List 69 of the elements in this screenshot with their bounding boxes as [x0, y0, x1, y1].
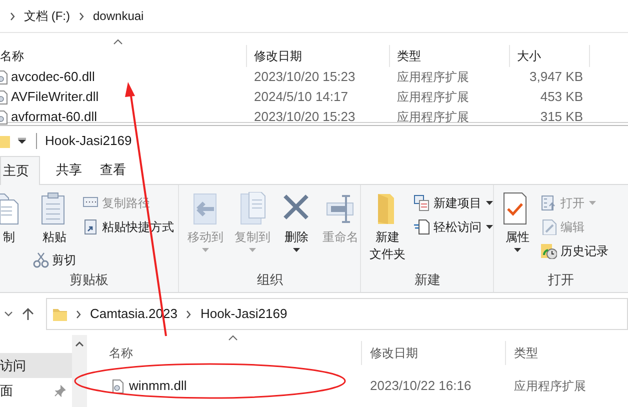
dropdown-caret-icon — [589, 200, 596, 204]
column-header[interactable]: 名称 — [109, 344, 133, 362]
file-name[interactable]: avcodec-60.dll — [11, 67, 95, 87]
file-type: 应用程序扩展 — [397, 110, 469, 124]
file-size: 453 KB — [540, 88, 583, 106]
ribbon-tab[interactable]: 主页 — [0, 156, 40, 185]
column-header[interactable]: 名称 — [0, 47, 24, 65]
ribbon-button[interactable]: 制 — [0, 192, 26, 246]
ribbon-button[interactable]: 剪切 — [33, 249, 76, 270]
nav-label: 访问 — [0, 356, 26, 375]
recent-locations-icon — [4, 311, 13, 317]
breadcrumb-item[interactable]: 文档 (F:) — [22, 7, 72, 25]
sort-caret-icon — [113, 39, 123, 45]
column-header[interactable]: 修改日期 — [370, 344, 418, 362]
column-header[interactable]: 类型 — [397, 47, 421, 65]
clock-icon — [541, 242, 558, 258]
file-type: 应用程序扩展 — [514, 379, 586, 393]
nav-label: 面 — [0, 382, 13, 400]
chevron-icon — [78, 10, 85, 22]
file-size: 3,947 KB — [530, 68, 583, 86]
file-name[interactable]: AVFileWriter.dll — [11, 87, 99, 107]
scroll-up-icon — [75, 341, 84, 347]
file-date: 2023/10/20 15:23 — [254, 69, 356, 84]
quick-access-caret-icon — [18, 138, 26, 144]
file-size: 315 KB — [540, 108, 583, 126]
ribbon-button[interactable]: 粘贴快捷方式 — [83, 216, 174, 237]
breadcrumb-item[interactable]: downkuai — [91, 7, 146, 25]
dropdown-caret-icon — [514, 248, 521, 252]
chevron-icon — [9, 10, 16, 22]
dropdown-caret-icon — [486, 224, 494, 228]
file-type: 应用程序扩展 — [397, 90, 469, 104]
ribbon-button[interactable]: 新建 文件夹 — [367, 192, 408, 263]
ribbon-button[interactable]: 删除 — [279, 192, 314, 252]
up-arrow-icon — [22, 307, 34, 321]
ribbon-button[interactable]: 历史记录 — [541, 240, 608, 261]
column-header[interactable]: 修改日期 — [254, 47, 302, 65]
file-date: 2023/10/20 15:23 — [254, 109, 356, 124]
scrollbar[interactable] — [72, 335, 87, 407]
dropdown-caret-icon — [486, 200, 494, 204]
dropdown-caret-icon — [248, 248, 256, 252]
ribbon-tab[interactable]: 共享 — [54, 156, 84, 184]
file-icon — [112, 378, 124, 394]
nav-item[interactable]: 访问 — [0, 353, 72, 378]
file-name[interactable]: avformat-60.dll — [11, 107, 97, 127]
column-header[interactable]: 大小 — [517, 47, 541, 65]
breadcrumb-item[interactable]: Hook-Jasi2169 — [200, 304, 288, 324]
dropdown-caret-icon — [292, 248, 300, 252]
ribbon-button[interactable]: 粘贴 — [33, 192, 76, 246]
group-label: 组织 — [256, 271, 283, 289]
folder-icon — [0, 134, 10, 148]
ribbon-button[interactable]: 轻松访问 — [414, 216, 494, 237]
scissors-icon — [33, 252, 49, 268]
chevron-icon — [185, 308, 192, 320]
dropdown-caret-icon — [202, 248, 209, 252]
file-name[interactable]: winmm.dll — [129, 376, 187, 396]
file-type: 应用程序扩展 — [397, 70, 469, 84]
ribbon-button[interactable]: 新建项目 — [414, 192, 494, 213]
folder-icon — [53, 306, 67, 322]
chevron-icon — [75, 308, 82, 320]
sort-caret-icon — [228, 335, 238, 341]
file-date: 2024/5/10 14:17 — [254, 89, 348, 104]
group-label: 打开 — [548, 271, 574, 289]
ribbon-tab[interactable]: 查看 — [98, 156, 128, 184]
window-title: Hook-Jasi2169 — [45, 132, 132, 150]
group-label: 剪贴板 — [70, 271, 109, 289]
group-label: 新建 — [414, 271, 440, 289]
column-header[interactable]: 类型 — [514, 344, 538, 362]
ribbon-button[interactable]: 属性 — [500, 192, 534, 252]
file-date: 2023/10/22 16:16 — [370, 378, 472, 394]
